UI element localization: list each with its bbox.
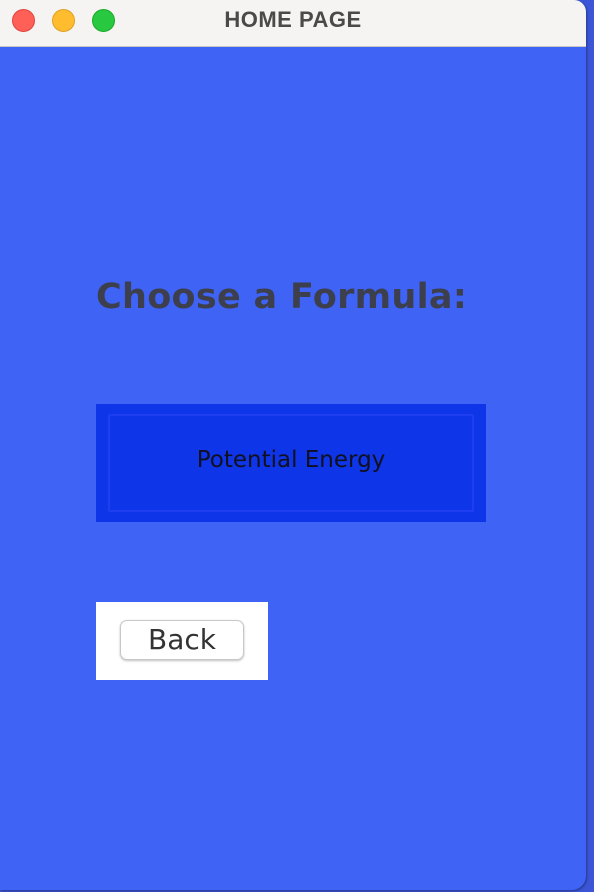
window-title: HOME PAGE <box>224 7 362 32</box>
potential-energy-button-label: Potential Energy <box>196 447 386 473</box>
back-button-panel: Back <box>96 602 268 680</box>
back-button[interactable]: Back <box>120 620 244 660</box>
app-window: HOME PAGE Choose a Formula: Potential En… <box>0 0 586 890</box>
title-bar[interactable]: HOME PAGE <box>0 0 586 47</box>
page-heading: Choose a Formula: <box>96 277 468 317</box>
potential-energy-button[interactable]: Potential Energy <box>96 404 486 522</box>
